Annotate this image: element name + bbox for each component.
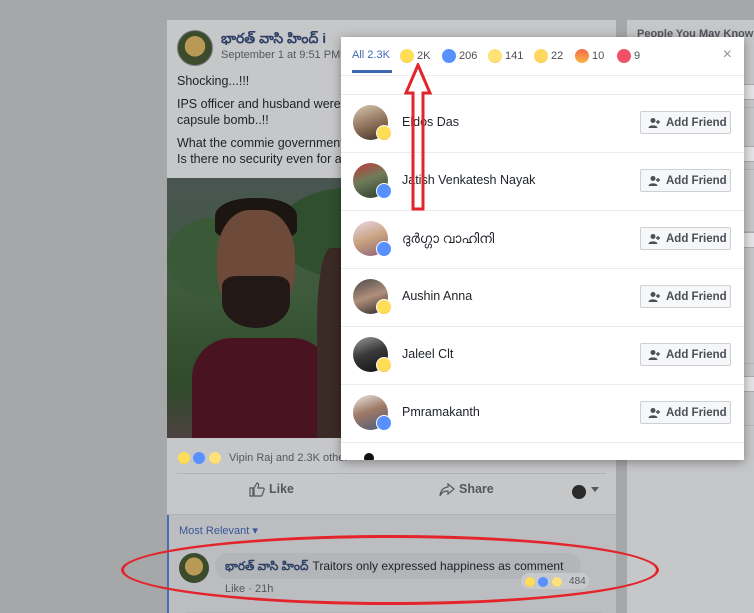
reactor-name[interactable]: ദുർഗ്ഗാ വാഹിനി xyxy=(402,231,494,247)
tab-like-count: 206 xyxy=(459,50,478,62)
tab-all-label: All 2.3K xyxy=(352,49,390,62)
tab-wow-count: 22 xyxy=(551,50,564,62)
like-button-label: Like xyxy=(269,482,295,496)
audience-avatar[interactable] xyxy=(572,485,586,499)
post-text-line: IPS officer and husband were xyxy=(177,97,341,111)
add-friend-icon xyxy=(648,350,660,360)
add-friend-label: Add Friend xyxy=(666,406,727,419)
list-item: Eldos Das Add Friend xyxy=(341,94,744,152)
like-icon xyxy=(376,415,392,431)
share-icon xyxy=(439,482,455,496)
like-icon xyxy=(376,241,392,257)
add-friend-button[interactable]: Add Friend xyxy=(640,227,731,250)
tab-love-count: 9 xyxy=(634,50,641,62)
page-avatar[interactable] xyxy=(177,30,213,66)
haha-icon xyxy=(400,49,414,63)
reactions-dialog: All 2.3K 2K 206 141 22 10 9 × Eldos Das xyxy=(341,37,744,460)
share-button-label: Share xyxy=(459,482,494,496)
tab-sad[interactable]: 141 xyxy=(488,49,523,63)
post-timestamp[interactable]: September 1 at 9:51 PM xyxy=(221,49,340,61)
list-item: Aushin Anna Add Friend xyxy=(341,268,744,326)
add-friend-button[interactable]: Add Friend xyxy=(640,343,731,366)
divider xyxy=(341,75,744,76)
tab-love[interactable]: 9 xyxy=(617,49,640,63)
tab-all-reactions[interactable]: All 2.3K xyxy=(352,49,390,61)
close-icon[interactable]: × xyxy=(723,46,732,64)
like-icon xyxy=(442,49,456,63)
annotation-arrow xyxy=(404,63,432,211)
haha-icon xyxy=(376,125,392,141)
sad-icon xyxy=(488,49,502,63)
active-tab-indicator xyxy=(352,70,392,73)
reactor-name[interactable]: Jaleel Clt xyxy=(402,347,453,361)
comment-sort-label: Most Relevant xyxy=(179,525,250,537)
annotation-circle xyxy=(121,535,659,605)
reactors-list: Eldos Das Add Friend Jatish Venkatesh Na… xyxy=(341,75,744,460)
comment-sort-dropdown[interactable]: Most Relevant ▾ xyxy=(179,524,258,537)
add-friend-button[interactable]: Add Friend xyxy=(640,285,731,308)
haha-icon xyxy=(376,357,392,373)
tab-like[interactable]: 206 xyxy=(442,49,477,63)
list-item: Jatish Venkatesh Nayak Add Friend xyxy=(341,152,744,210)
like-icon xyxy=(192,450,207,465)
thumbs-up-icon xyxy=(249,482,265,497)
tab-angry-count: 10 xyxy=(592,50,605,62)
add-friend-label: Add Friend xyxy=(666,116,727,129)
tab-haha[interactable]: 2K xyxy=(400,49,430,63)
post-text-line: Shocking...!!! xyxy=(177,74,250,88)
list-item: Pmramakanth Add Friend xyxy=(341,384,744,442)
photo-person-beard xyxy=(222,276,290,328)
add-friend-icon xyxy=(648,176,660,186)
add-friend-icon xyxy=(648,408,660,418)
reaction-summary-text: Vipin Raj and 2.3K other xyxy=(229,451,349,464)
haha-icon xyxy=(376,299,392,315)
reactor-name[interactable]: Pmramakanth xyxy=(402,405,480,419)
add-friend-button[interactable]: Add Friend xyxy=(640,401,731,424)
love-icon xyxy=(617,49,631,63)
tab-wow[interactable]: 22 xyxy=(534,49,563,63)
avatar[interactable] xyxy=(364,453,374,460)
sad-icon xyxy=(207,450,222,465)
list-item: ദുർഗ്ഗാ വാഹിനി Add Friend xyxy=(341,210,744,268)
photo-person-body xyxy=(192,338,332,438)
haha-icon xyxy=(177,450,191,465)
tab-sad-count: 141 xyxy=(505,50,524,62)
wow-icon xyxy=(534,49,548,63)
divider xyxy=(341,442,744,443)
tab-angry[interactable]: 10 xyxy=(575,49,604,63)
post-text-line: What the commie government xyxy=(177,136,344,150)
post-author-link[interactable]: భారత్ వాసి హింద్ i xyxy=(221,30,326,50)
post-reaction-summary[interactable]: Vipin Raj and 2.3K other xyxy=(177,450,348,466)
post-text-line: capsule bomb..!! xyxy=(177,113,269,127)
add-friend-icon xyxy=(648,118,660,128)
reaction-tabs: All 2.3K 2K 206 141 22 10 9 × xyxy=(341,37,744,75)
add-friend-label: Add Friend xyxy=(666,290,727,303)
share-button[interactable]: Share xyxy=(439,482,494,497)
add-friend-icon xyxy=(648,292,660,302)
list-item: Jaleel Clt Add Friend xyxy=(341,326,744,384)
like-button[interactable]: Like xyxy=(249,482,294,497)
post-text-line: Is there no security even for a xyxy=(177,152,342,166)
add-friend-label: Add Friend xyxy=(666,348,727,361)
add-friend-button[interactable]: Add Friend xyxy=(640,111,731,134)
reactor-name[interactable]: Aushin Anna xyxy=(402,289,472,303)
chevron-down-icon: ▾ xyxy=(252,525,258,537)
tab-haha-count: 2K xyxy=(417,50,431,62)
angry-icon xyxy=(575,49,589,63)
add-friend-label: Add Friend xyxy=(666,232,727,245)
divider xyxy=(177,473,606,474)
add-friend-button[interactable]: Add Friend xyxy=(640,169,731,192)
add-friend-icon xyxy=(648,234,660,244)
like-icon xyxy=(376,183,392,199)
chevron-down-icon[interactable] xyxy=(591,487,599,492)
add-friend-label: Add Friend xyxy=(666,174,727,187)
